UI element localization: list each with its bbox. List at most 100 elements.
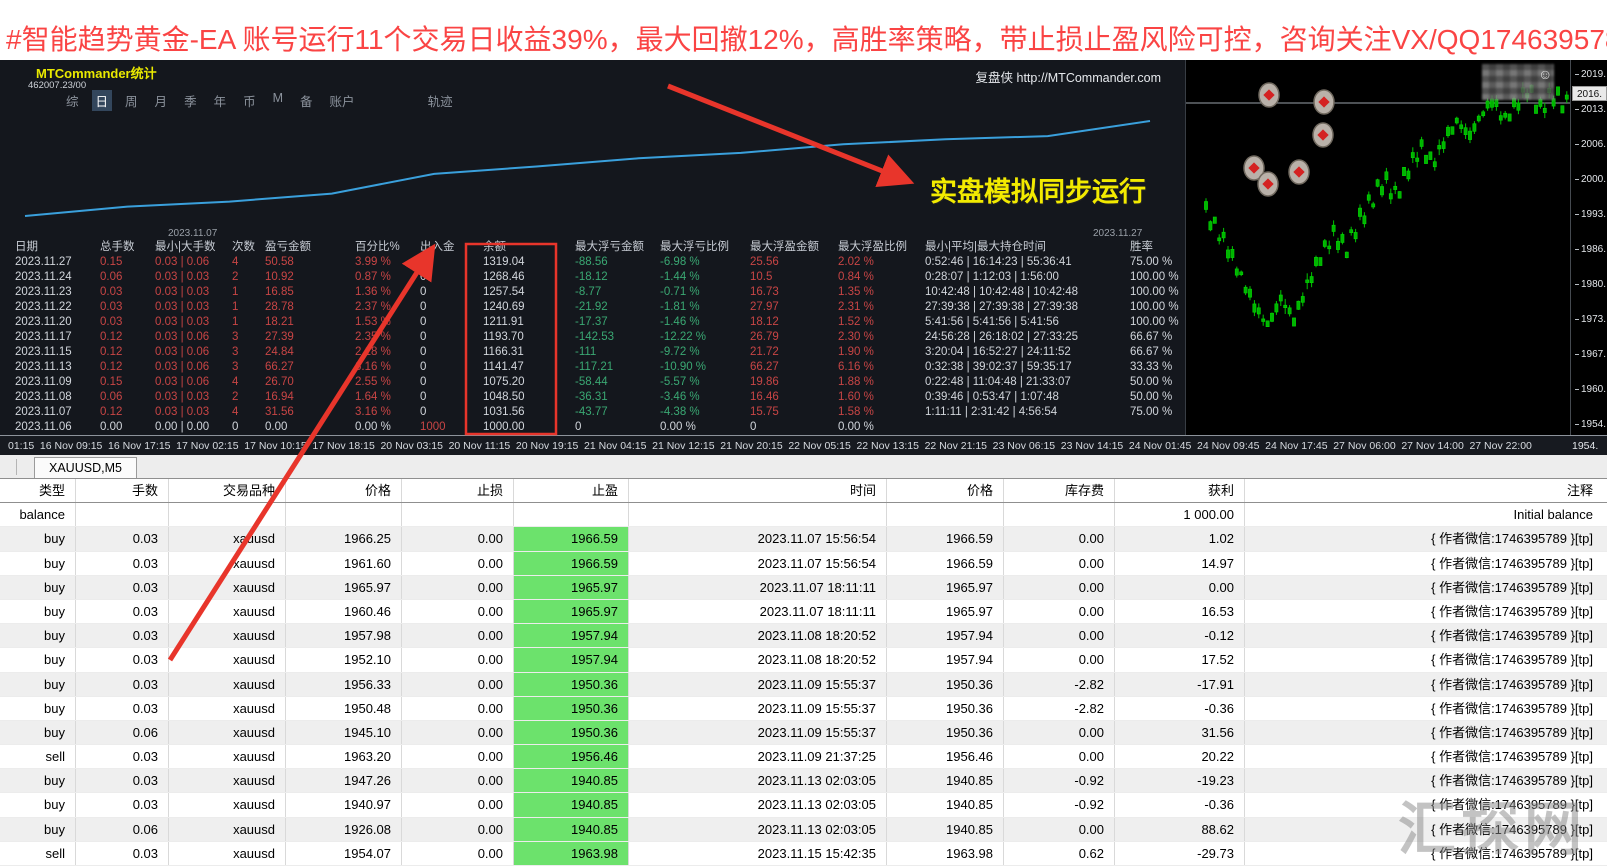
stats-col-header[interactable]: 最大浮盈金额 [750,240,838,255]
trade-cell-price2: 1950.36 [887,673,1004,696]
trade-row[interactable]: buy0.03xauusd1950.480.001950.362023.11.0… [0,697,1607,721]
stats-row[interactable]: 2023.11.200.030.03 | 0.03118.211.53 %012… [0,315,1185,330]
trade-row[interactable]: buy0.03xauusd1966.250.001966.592023.11.0… [0,527,1607,551]
trade-cell-price: 1965.97 [286,576,402,599]
stats-col-header[interactable]: 最大浮亏比例 [660,240,750,255]
stats-col-header[interactable]: 出入金 [420,240,483,255]
trade-cell-symbol: xauusd [169,552,286,575]
trades-col-header[interactable]: 获利 [1115,479,1245,502]
stats-row[interactable]: 2023.11.150.120.03 | 0.06324.842.18 %011… [0,345,1185,360]
trade-cell-swap: 0.00 [1004,576,1115,599]
stats-cell-max_float_loss: -117.21 [575,360,660,375]
trades-col-header[interactable]: 手数 [76,479,169,502]
stats-col-header[interactable]: 日期 [15,240,100,255]
chart-start-date: 2023.11.07 [168,228,217,239]
trade-row[interactable]: buy0.06xauusd1945.100.001950.362023.11.0… [0,721,1607,745]
stats-header-row: 日期总手数最小|大手数次数盈亏金额百分比%出入金余额最大浮亏金额最大浮亏比例最大… [0,240,1185,255]
trade-cell-comment: { 作者微信:1746395789 }[tp] [1245,527,1607,550]
chart-tab-strip: XAUUSD,M5 [0,455,1607,478]
stats-col-header[interactable]: 余额 [483,240,575,255]
stats-col-header[interactable]: 最大浮盈比例 [838,240,925,255]
trades-col-header[interactable]: 价格 [887,479,1004,502]
stats-cell-max_float_profit_pct: 1.88 % [838,375,925,390]
stats-col-header[interactable]: 胜率 [1130,240,1185,255]
stats-cell-win_rate: 75.00 % [1130,405,1185,420]
stats-cell-hold_time: 0:52:46 | 16:14:23 | 55:36:41 [925,255,1130,270]
trade-row[interactable]: buy0.03xauusd1940.970.001940.852023.11.1… [0,793,1607,817]
stats-cell-balance: 1166.31 [483,345,575,360]
stats-row[interactable]: 2023.11.240.060.03 | 0.03210.920.87 %012… [0,270,1185,285]
stats-cell-pct: 0.00 % [355,420,420,435]
trade-cell-price2: 1956.46 [887,745,1004,768]
stats-cell-pct: 2.18 % [355,345,420,360]
trades-col-header[interactable]: 价格 [286,479,402,502]
price-tick: 1954. [1575,419,1606,430]
trade-cell-price: 1954.07 [286,842,402,865]
stats-row[interactable]: 2023.11.270.150.03 | 0.06450.583.99 %013… [0,255,1185,270]
stats-table-body: 2023.11.270.150.03 | 0.06450.583.99 %013… [0,255,1185,435]
trade-row[interactable]: buy0.03xauusd1947.260.001940.852023.11.1… [0,769,1607,793]
stats-col-header[interactable]: 总手数 [100,240,155,255]
trade-row[interactable]: sell0.03xauusd1954.070.001963.982023.11.… [0,842,1607,866]
trade-row[interactable]: buy0.03xauusd1957.980.001957.942023.11.0… [0,624,1607,648]
stats-cell-max_float_loss: -111 [575,345,660,360]
stats-cell-max_float_loss: -43.77 [575,405,660,420]
stats-cell-max_float_profit: 0 [750,420,838,435]
stats-cell-max_float_profit: 21.72 [750,345,838,360]
stats-cell-total_lots: 0.06 [100,270,155,285]
stats-cell-in_out: 1000 [420,420,483,435]
balance-row[interactable]: balance1 000.00Initial balance [0,503,1607,527]
stats-cell-in_out: 0 [420,345,483,360]
trade-cell-price: 1957.98 [286,624,402,647]
trade-cell-time: 2023.11.07 15:56:54 [629,552,887,575]
stats-cell-total_lots: 0.12 [100,345,155,360]
trade-row[interactable]: sell0.03xauusd1963.200.001956.462023.11.… [0,745,1607,769]
stats-col-header[interactable]: 次数 [232,240,265,255]
trade-cell-comment: { 作者微信:1746395789 }[tp] [1245,818,1607,841]
brand-link[interactable]: 复盘侠 http://MTCommander.com [976,67,1161,86]
trade-cell-type: buy [0,527,76,550]
stats-row[interactable]: 2023.11.230.030.03 | 0.03116.851.36 %012… [0,285,1185,300]
trade-row[interactable]: buy0.03xauusd1965.970.001965.972023.11.0… [0,576,1607,600]
stats-row[interactable]: 2023.11.220.030.03 | 0.03128.782.37 %012… [0,300,1185,315]
price-tick: 2006. [1575,139,1606,150]
chart-end-date: 2023.11.27 [1093,228,1142,239]
trade-row[interactable]: buy0.03xauusd1961.600.001966.592023.11.0… [0,552,1607,576]
trade-cell-swap: -2.82 [1004,697,1115,720]
trade-cell-symbol [169,503,286,526]
stats-cell-max_float_profit_pct: 1.58 % [838,405,925,420]
stats-col-header[interactable]: 最大浮亏金额 [575,240,660,255]
stats-row[interactable]: 2023.11.090.150.03 | 0.06426.702.55 %010… [0,375,1185,390]
trades-col-header[interactable]: 交易品种 [169,479,286,502]
stats-col-header[interactable]: 百分比% [355,240,420,255]
trade-cell-lots: 0.03 [76,745,169,768]
stats-cell-count: 0 [232,420,265,435]
stats-row[interactable]: 2023.11.170.120.03 | 0.06327.392.35 %011… [0,330,1185,345]
stats-cell-hold_time: 27:39:38 | 27:39:38 | 27:39:38 [925,300,1130,315]
trades-col-header[interactable]: 类型 [0,479,76,502]
price-tick: 1973. [1575,314,1606,325]
stats-row[interactable]: 2023.11.130.120.03 | 0.06366.276.16 %011… [0,360,1185,375]
trade-row[interactable]: buy0.03xauusd1960.460.001965.972023.11.0… [0,600,1607,624]
stats-row[interactable]: 2023.11.070.120.03 | 0.03431.563.16 %010… [0,405,1185,420]
trade-row[interactable]: buy0.03xauusd1952.100.001957.942023.11.0… [0,648,1607,672]
trade-cell-time: 2023.11.09 21:37:25 [629,745,887,768]
trade-cell-swap: 0.00 [1004,648,1115,671]
trades-col-header[interactable]: 止损 [402,479,514,502]
trades-col-header[interactable]: 止盈 [514,479,629,502]
stats-row[interactable]: 2023.11.060.000.00 | 0.0000.000.00 %1000… [0,420,1185,435]
trade-row[interactable]: buy0.03xauusd1956.330.001950.362023.11.0… [0,673,1607,697]
trades-col-header[interactable]: 注释 [1245,479,1607,502]
trade-cell-profit: 17.52 [1115,648,1245,671]
trade-cell-tp: 1965.97 [514,576,629,599]
trade-row[interactable]: buy0.06xauusd1926.080.001940.852023.11.1… [0,818,1607,842]
trade-cell-profit: 88.62 [1115,818,1245,841]
trades-col-header[interactable]: 库存费 [1004,479,1115,502]
stats-col-header[interactable]: 最小|平均|最大持仓时间 [925,240,1130,255]
tab-xauusd-m5[interactable]: XAUUSD,M5 [34,457,137,479]
stats-row[interactable]: 2023.11.080.060.03 | 0.03216.941.64 %010… [0,390,1185,405]
stats-col-header[interactable]: 最小|大手数 [155,240,232,255]
trade-cell-profit: 20.22 [1115,745,1245,768]
stats-col-header[interactable]: 盈亏金额 [265,240,355,255]
trades-col-header[interactable]: 时间 [629,479,887,502]
